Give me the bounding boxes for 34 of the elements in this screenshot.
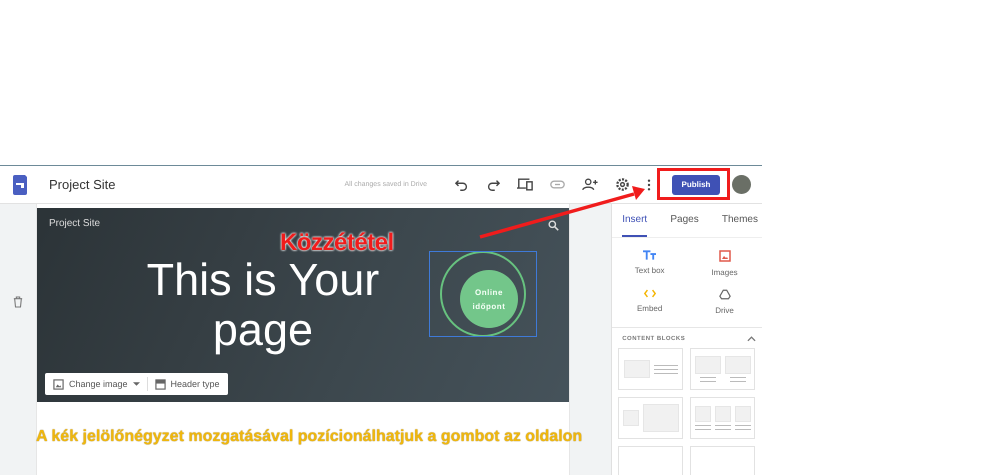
site-title: Project Site bbox=[49, 177, 116, 192]
insert-item[interactable]: Drive bbox=[687, 289, 762, 315]
panel-tab[interactable]: Insert bbox=[622, 204, 648, 237]
code-icon bbox=[644, 289, 656, 298]
header-heading: This is Your page bbox=[146, 255, 380, 355]
site-logo-icon bbox=[13, 174, 27, 194]
avatar[interactable] bbox=[732, 175, 751, 194]
image-icon bbox=[52, 378, 64, 390]
text-icon bbox=[643, 250, 656, 260]
header-layout-icon bbox=[154, 378, 166, 390]
settings-icon[interactable] bbox=[615, 177, 630, 192]
insert-item[interactable]: Images bbox=[687, 250, 762, 277]
caret-icon bbox=[132, 382, 140, 386]
undo-icon[interactable] bbox=[455, 178, 469, 192]
insert-item[interactable]: Text box bbox=[612, 250, 688, 277]
devices-icon[interactable] bbox=[517, 178, 533, 191]
change-image-button[interactable]: Change image bbox=[48, 378, 144, 390]
panel-tab[interactable]: Themes bbox=[722, 204, 758, 237]
image-icon bbox=[718, 250, 731, 262]
redo-icon[interactable] bbox=[486, 178, 500, 192]
header-type-button[interactable]: Header type bbox=[150, 378, 224, 390]
insert-item[interactable]: Embed bbox=[612, 289, 688, 315]
header-site-title: Project Site bbox=[48, 218, 100, 229]
annotation-caption: A kék jelölőnégyzet mozgatásával pozícionálhatjuk a gombot az oldalon bbox=[36, 428, 582, 446]
link-icon[interactable] bbox=[550, 180, 565, 189]
search-icon[interactable] bbox=[548, 220, 560, 231]
annotation-label: Közzététel bbox=[280, 229, 394, 257]
collapse-icon[interactable] bbox=[747, 336, 756, 342]
add-person-icon[interactable] bbox=[582, 178, 598, 191]
trash-icon[interactable] bbox=[12, 296, 23, 308]
drive-icon bbox=[718, 289, 731, 300]
publish-button[interactable]: Publish bbox=[672, 174, 720, 194]
panel-tab[interactable]: Pages bbox=[670, 204, 699, 237]
more-icon[interactable] bbox=[647, 178, 651, 190]
